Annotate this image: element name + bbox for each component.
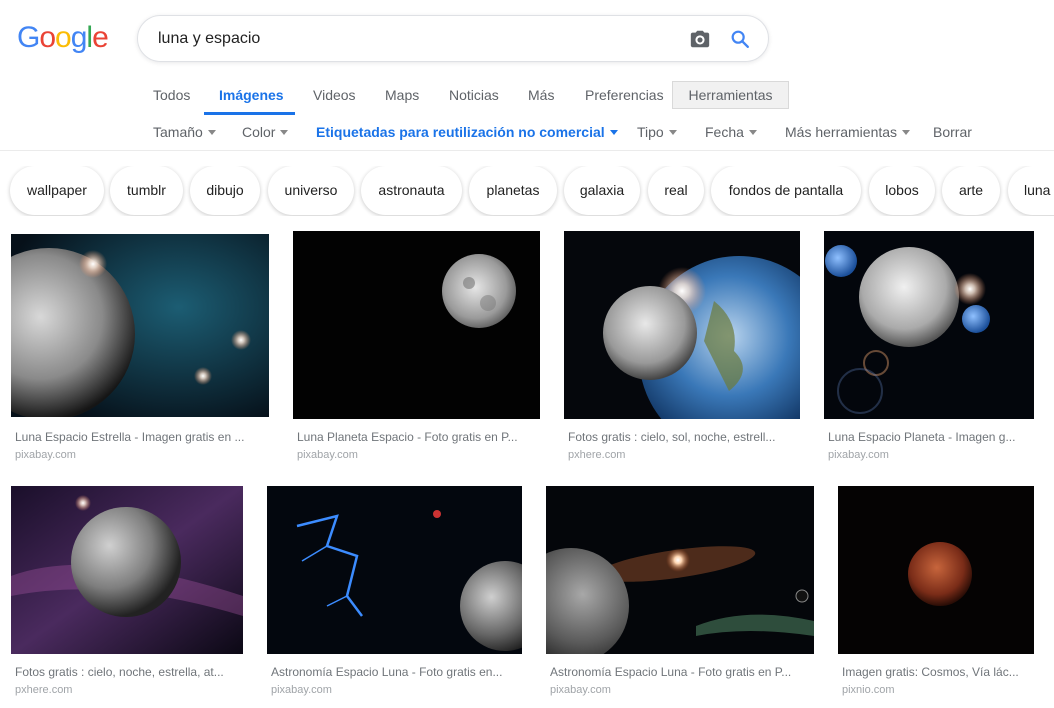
result-thumbnail[interactable] xyxy=(546,486,814,654)
tool-tipo-label: Tipo xyxy=(637,124,664,140)
chip-luna[interactable]: luna xyxy=(1008,166,1054,215)
chip-arte[interactable]: arte xyxy=(942,166,1000,215)
active-tab-indicator xyxy=(204,112,295,115)
result-caption[interactable]: Fotos gratis : cielo, sol, noche, estrel… xyxy=(568,430,798,444)
tool-tipo[interactable]: Tipo xyxy=(637,124,677,140)
result-domain: pixabay.com xyxy=(550,684,611,696)
tool-license[interactable]: Etiquetadas para reutilización no comerc… xyxy=(316,124,618,140)
result-thumbnail[interactable] xyxy=(11,486,243,654)
tool-fecha-label: Fecha xyxy=(705,124,744,140)
tool-mas-herramientas-label: Más herramientas xyxy=(785,124,898,140)
chip-fondos-de-pantalla[interactable]: fondos de pantalla xyxy=(711,166,861,215)
chip-real[interactable]: real xyxy=(648,166,704,215)
search-tabs: Todos Imágenes Videos Maps Noticias Más … xyxy=(0,78,1054,115)
tools-row: Tamaño Color Etiquetadas para reutilizac… xyxy=(0,118,1054,146)
result-thumbnail[interactable] xyxy=(11,234,269,417)
result-caption[interactable]: Luna Planeta Espacio - Foto gratis en P.… xyxy=(297,430,537,444)
result-domain: pixabay.com xyxy=(271,684,332,696)
result-domain: pixabay.com xyxy=(297,449,358,461)
tool-color-label: Color xyxy=(242,124,276,140)
search-icon[interactable] xyxy=(729,28,751,50)
result-caption[interactable]: Imagen gratis: Cosmos, Vía lác... xyxy=(842,665,1032,679)
tool-mas-herramientas[interactable]: Más herramientas xyxy=(785,124,911,140)
suggestion-chips: wallpaper tumblr dibujo universo astrona… xyxy=(0,166,1054,216)
chip-astronauta[interactable]: astronauta xyxy=(361,166,462,215)
result-thumbnail[interactable] xyxy=(267,486,522,654)
chip-lobos[interactable]: lobos xyxy=(869,166,935,215)
google-logo[interactable]: Google xyxy=(17,21,109,55)
chevron-down-icon xyxy=(609,130,618,135)
result-domain: pixnio.com xyxy=(842,684,895,696)
result-caption[interactable]: Astronomía Espacio Luna - Foto gratis en… xyxy=(271,665,521,679)
result-thumbnail[interactable] xyxy=(564,231,800,419)
tool-borrar[interactable]: Borrar xyxy=(933,124,972,140)
tool-tamano[interactable]: Tamaño xyxy=(153,124,216,140)
chip-wallpaper[interactable]: wallpaper xyxy=(10,166,104,215)
chip-planetas[interactable]: planetas xyxy=(469,166,557,215)
result-thumbnail[interactable] xyxy=(838,486,1034,654)
result-thumbnail[interactable] xyxy=(824,231,1034,419)
chip-tumblr[interactable]: tumblr xyxy=(110,166,183,215)
result-thumbnail[interactable] xyxy=(293,231,540,419)
tool-color[interactable]: Color xyxy=(242,124,289,140)
result-caption[interactable]: Fotos gratis : cielo, noche, estrella, a… xyxy=(15,665,241,679)
result-domain: pxhere.com xyxy=(568,449,626,461)
tab-noticias[interactable]: Noticias xyxy=(449,87,499,103)
search-box[interactable]: luna y espacio xyxy=(137,15,769,62)
tab-todos[interactable]: Todos xyxy=(153,87,190,103)
header-divider xyxy=(0,150,1054,151)
tab-preferencias[interactable]: Preferencias xyxy=(585,87,664,103)
result-domain: pixabay.com xyxy=(828,449,889,461)
chip-universo[interactable]: universo xyxy=(268,166,354,215)
tab-mas[interactable]: Más xyxy=(528,87,554,103)
result-caption[interactable]: Luna Espacio Planeta - Imagen g... xyxy=(828,430,1030,444)
chevron-down-icon xyxy=(207,130,216,135)
chevron-down-icon xyxy=(902,130,911,135)
tool-fecha[interactable]: Fecha xyxy=(705,124,757,140)
tab-maps[interactable]: Maps xyxy=(385,87,419,103)
chip-dibujo[interactable]: dibujo xyxy=(190,166,260,215)
camera-icon[interactable] xyxy=(689,28,711,50)
tab-imagenes[interactable]: Imágenes xyxy=(219,87,284,103)
chip-galaxia[interactable]: galaxia xyxy=(564,166,640,215)
result-domain: pxhere.com xyxy=(15,684,73,696)
search-input[interactable]: luna y espacio xyxy=(158,30,260,48)
chevron-down-icon xyxy=(748,130,757,135)
tab-videos[interactable]: Videos xyxy=(313,87,356,103)
tools-button[interactable]: Herramientas xyxy=(672,81,789,109)
chevron-down-icon xyxy=(668,130,677,135)
chevron-down-icon xyxy=(280,130,289,135)
result-caption[interactable]: Luna Espacio Estrella - Imagen gratis en… xyxy=(15,430,267,444)
tool-tamano-label: Tamaño xyxy=(153,124,203,140)
result-domain: pixabay.com xyxy=(15,449,76,461)
result-caption[interactable]: Astronomía Espacio Luna - Foto gratis en… xyxy=(550,665,812,679)
tool-license-label: Etiquetadas para reutilización no comerc… xyxy=(316,124,605,140)
